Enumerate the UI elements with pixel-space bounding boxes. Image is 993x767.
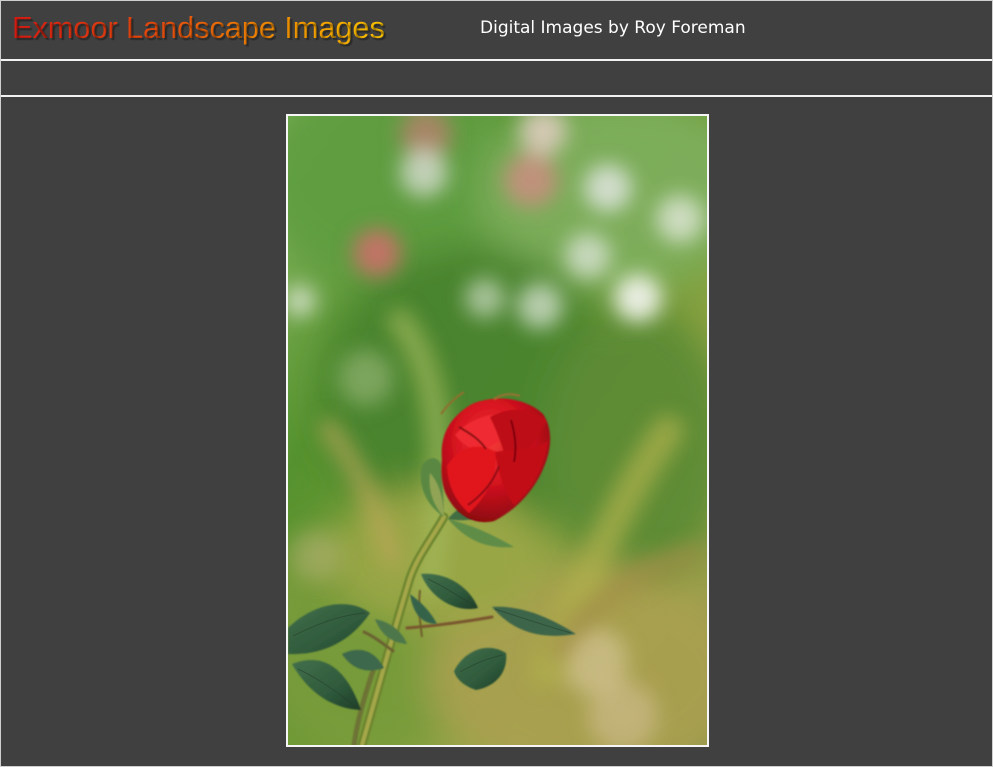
- page: Exmoor Landscape Images Digital Images b…: [0, 0, 993, 767]
- site-subtitle: Digital Images by Roy Foreman: [480, 18, 746, 38]
- main-photo[interactable]: [286, 114, 709, 747]
- site-header: Exmoor Landscape Images Digital Images b…: [1, 1, 992, 61]
- navigation-bar: [1, 61, 992, 97]
- site-title[interactable]: Exmoor Landscape Images: [12, 10, 385, 46]
- rose-bud-photo: [288, 116, 707, 745]
